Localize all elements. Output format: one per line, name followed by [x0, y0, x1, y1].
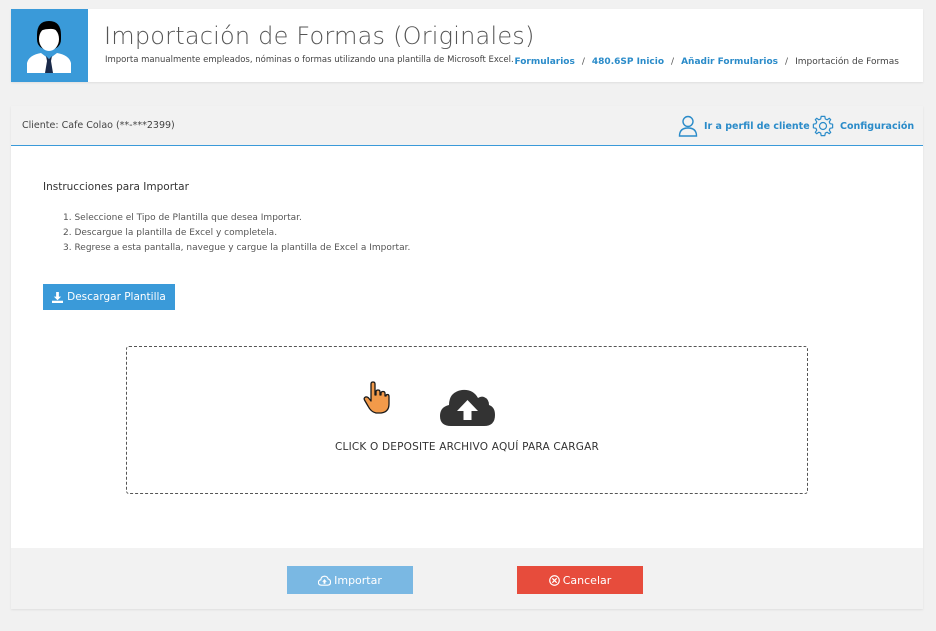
circle-x-icon — [548, 574, 560, 586]
instructions-title: Instrucciones para Importar — [43, 181, 189, 193]
page-subtitle: Importa manualmente empleados, nóminas o… — [105, 55, 514, 65]
action-footer: Importar Cancelar — [11, 548, 923, 609]
download-template-label: Descargar Plantilla — [67, 291, 166, 303]
cancel-button[interactable]: Cancelar — [517, 566, 643, 594]
cloud-upload-icon — [440, 389, 495, 426]
page-header: Importación de Formas (Originales) Impor… — [11, 9, 923, 82]
hand-pointer-icon — [363, 381, 390, 414]
download-template-button[interactable]: Descargar Plantilla — [43, 284, 175, 310]
import-panel: Cliente: Cafe Colao (**-***2399) Ir a pe… — [11, 106, 923, 609]
person-outline-icon — [678, 115, 698, 137]
breadcrumb-separator: / — [785, 57, 789, 67]
download-icon — [52, 291, 64, 303]
breadcrumb-current: Importación de Formas — [795, 57, 899, 67]
configuration-link[interactable]: Configuración — [812, 115, 914, 137]
client-label: Cliente: Cafe Colao (**-***2399) — [22, 120, 175, 131]
breadcrumb-separator: / — [671, 57, 675, 67]
breadcrumb: Formularios / 480.6SP Inicio / Añadir Formul… — [514, 57, 899, 67]
configuration-label: Configuración — [840, 120, 915, 132]
instruction-step: 3. Regrese a esta pantalla, navegue y ca… — [63, 243, 411, 253]
breadcrumb-anadir-formularios[interactable]: Añadir Formularios — [681, 57, 778, 67]
avatar — [11, 9, 88, 82]
instruction-step: 2. Descargue la plantilla de Excel y com… — [63, 228, 278, 238]
import-label: Importar — [334, 573, 382, 587]
client-profile-link[interactable]: Ir a perfil de cliente — [678, 115, 810, 137]
instructions-list: 1. Seleccione el Tipo de Plantilla que d… — [63, 211, 410, 256]
file-dropzone[interactable]: CLICK O DEPOSITE ARCHIVO AQUÍ PARA CARGA… — [126, 346, 808, 494]
import-button[interactable]: Importar — [287, 566, 413, 594]
cancel-label: Cancelar — [562, 573, 612, 587]
breadcrumb-inicio[interactable]: 480.6SP Inicio — [592, 57, 664, 67]
instruction-step: 1. Seleccione el Tipo de Plantilla que d… — [63, 213, 302, 223]
dropzone-text: CLICK O DEPOSITE ARCHIVO AQUÍ PARA CARGA… — [334, 441, 600, 453]
gear-icon — [812, 115, 834, 137]
page-title: Importación de Formas (Originales) — [104, 22, 535, 50]
breadcrumb-formularios[interactable]: Formularios — [514, 57, 574, 67]
breadcrumb-separator: / — [581, 57, 585, 67]
cloud-upload-small-icon — [318, 575, 332, 586]
user-icon — [27, 21, 71, 73]
client-bar: Cliente: Cafe Colao (**-***2399) Ir a pe… — [11, 106, 923, 146]
client-profile-label: Ir a perfil de cliente — [704, 120, 810, 132]
